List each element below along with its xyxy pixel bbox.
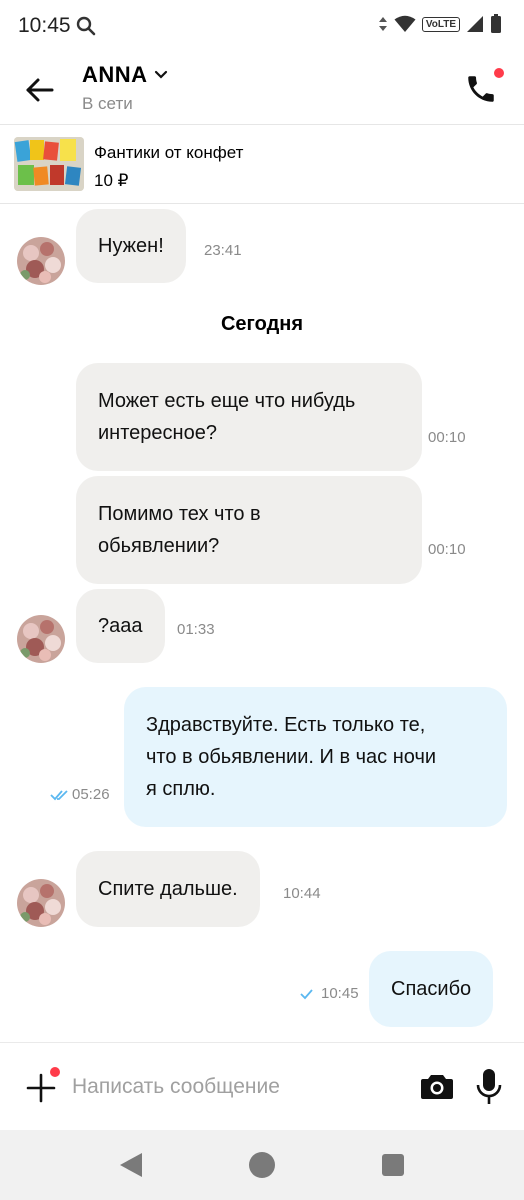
- message-input[interactable]: [72, 1067, 402, 1107]
- status-time: 10:45: [18, 14, 71, 37]
- search-icon: [76, 16, 96, 36]
- back-arrow-icon[interactable]: [22, 72, 58, 108]
- nav-recents-icon[interactable]: [382, 1154, 404, 1176]
- nav-home-icon[interactable]: [249, 1152, 275, 1178]
- message-text: Нужен!: [98, 235, 164, 257]
- message-text-line: обьявлении?: [98, 535, 220, 557]
- message-text: ?ааа: [98, 615, 143, 637]
- message-text: Спите дальше.: [98, 878, 238, 900]
- listing-title: Фантики от конфет: [94, 143, 244, 162]
- avatar[interactable]: [17, 615, 65, 663]
- day-divider: Сегодня: [220, 313, 304, 335]
- call-button[interactable]: [464, 66, 504, 106]
- message-text-line: Здравствуйте. Есть только те,: [146, 714, 426, 736]
- message-bubble[interactable]: Может есть еще что нибудь интересное?: [76, 363, 422, 471]
- system-nav-bar: [0, 1130, 524, 1200]
- notification-dot: [494, 68, 504, 78]
- battery-icon: [491, 14, 501, 33]
- contact-name-row[interactable]: ANNA: [82, 62, 168, 88]
- phone-icon: [468, 76, 494, 102]
- message-time: 23:41: [204, 242, 242, 259]
- nav-back-icon[interactable]: [118, 1152, 144, 1178]
- message-time: 01:33: [177, 621, 215, 638]
- message-bubble[interactable]: Здравствуйте. Есть только те, что в обья…: [124, 687, 507, 827]
- message-text: Спасибо: [391, 978, 472, 1000]
- message-text-line: Помимо тех что в: [98, 503, 261, 525]
- listing-thumbnail: [14, 137, 84, 191]
- message-bubble[interactable]: Спите дальше.: [76, 851, 260, 927]
- message-bubble[interactable]: Спасибо: [369, 951, 494, 1027]
- message-time: 00:10: [428, 429, 466, 446]
- message-text-line: Может есть еще что нибудь: [98, 390, 356, 412]
- camera-icon[interactable]: [420, 1069, 454, 1103]
- wifi-icon: [394, 15, 416, 32]
- listing-card[interactable]: Фантики от конфет 10 ₽: [0, 124, 524, 204]
- contact-status: В сети: [82, 94, 133, 113]
- microphone-icon[interactable]: [474, 1067, 504, 1107]
- message-list[interactable]: Нужен! 23:41 Сегодня Может есть еще что …: [0, 205, 524, 1040]
- contact-name: ANNA: [82, 62, 148, 87]
- data-arrows-icon: [378, 17, 387, 31]
- status-bar: 10:45 VoLTE: [0, 0, 524, 52]
- message-bubble[interactable]: Нужен!: [76, 209, 186, 283]
- chat-header: ANNA В сети: [0, 52, 524, 124]
- contact-info[interactable]: ANNA В сети: [82, 62, 168, 114]
- message-bubble[interactable]: ?ааа: [76, 589, 165, 663]
- message-composer: [0, 1042, 524, 1130]
- message-time: 00:10: [428, 541, 466, 558]
- message-text-line: интересное?: [98, 422, 217, 444]
- message-time: 05:26: [72, 786, 110, 803]
- message-text-line: я сплю.: [146, 778, 216, 800]
- signal-icon: [467, 16, 483, 32]
- message-time: 10:44: [283, 885, 321, 902]
- message-bubble[interactable]: Помимо тех что в обьявлении?: [76, 476, 422, 584]
- chevron-down-icon: [154, 70, 167, 79]
- status-icons: VoLTE: [378, 14, 502, 34]
- listing-price: 10 ₽: [94, 171, 129, 190]
- avatar[interactable]: [17, 237, 65, 285]
- message-text-line: что в обьявлении. И в час ночи: [146, 746, 437, 768]
- double-check-icon: [50, 790, 68, 801]
- avatar[interactable]: [17, 879, 65, 927]
- message-time: 10:45: [321, 985, 359, 1002]
- volte-badge: VoLTE: [421, 16, 460, 32]
- check-icon: [300, 989, 313, 1000]
- notification-dot: [50, 1067, 60, 1077]
